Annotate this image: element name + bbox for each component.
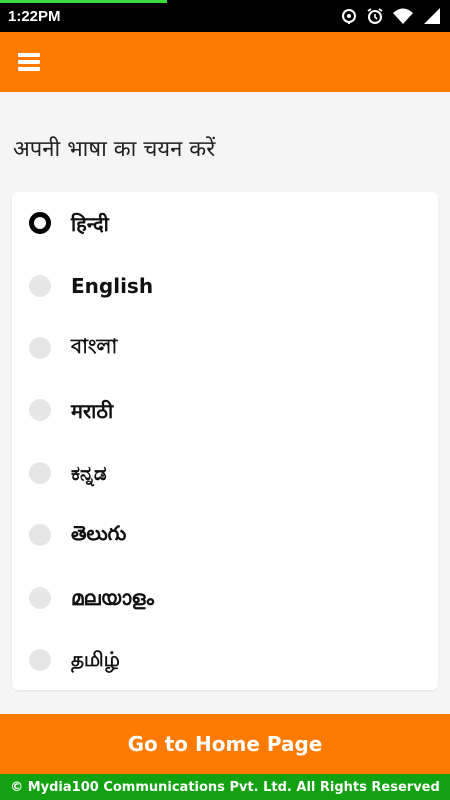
language-label: മലയാളം: [71, 586, 154, 610]
language-option-hindi[interactable]: हिन्दी: [12, 198, 438, 248]
status-progress-bar: [0, 0, 167, 3]
language-option-marathi[interactable]: मराठी: [12, 385, 438, 435]
language-option-english[interactable]: English: [12, 261, 438, 311]
language-option-tamil[interactable]: தமிழ்: [12, 635, 438, 685]
sync-icon: [340, 7, 358, 25]
language-label: ಕನ್ನಡ: [71, 461, 107, 485]
radio-unselected-icon[interactable]: [29, 337, 51, 359]
language-option-malayalam[interactable]: മലയാളം: [12, 573, 438, 623]
language-label: English: [71, 274, 154, 298]
language-option-telugu[interactable]: తెలుగు: [12, 510, 438, 560]
language-option-bengali[interactable]: বাংলা: [12, 323, 438, 373]
radio-unselected-icon[interactable]: [29, 587, 51, 609]
alarm-icon: [366, 7, 384, 25]
copyright-footer: © Mydia100 Communications Pvt. Ltd. All …: [0, 774, 450, 800]
wifi-icon: [392, 7, 414, 25]
language-label: தமிழ்: [71, 646, 120, 671]
status-time: 1:22PM: [8, 7, 61, 25]
radio-unselected-icon[interactable]: [29, 462, 51, 484]
language-label: বাংলা: [71, 333, 118, 358]
app-bar: [0, 32, 450, 92]
radio-unselected-icon[interactable]: [29, 524, 51, 546]
signal-icon: [422, 7, 442, 25]
hamburger-menu-icon[interactable]: [18, 53, 40, 71]
radio-unselected-icon[interactable]: [29, 275, 51, 297]
radio-unselected-icon[interactable]: [29, 399, 51, 421]
radio-unselected-icon[interactable]: [29, 649, 51, 671]
language-option-kannada[interactable]: ಕನ್ನಡ: [12, 448, 438, 498]
radio-selected-icon[interactable]: [29, 212, 51, 234]
language-label: తెలుగు: [71, 520, 127, 545]
page-title: अपनी भाषा का चयन करें: [13, 137, 216, 162]
language-label: मराठी: [71, 398, 114, 423]
language-list: हिन्दी English বাংলা मराठी ಕನ್ನಡ తెలుగు …: [12, 192, 438, 690]
status-icons: [340, 7, 442, 25]
language-label: हिन्दी: [71, 211, 109, 236]
go-to-home-button[interactable]: Go to Home Page: [0, 714, 450, 774]
status-bar: 1:22PM: [0, 0, 450, 32]
